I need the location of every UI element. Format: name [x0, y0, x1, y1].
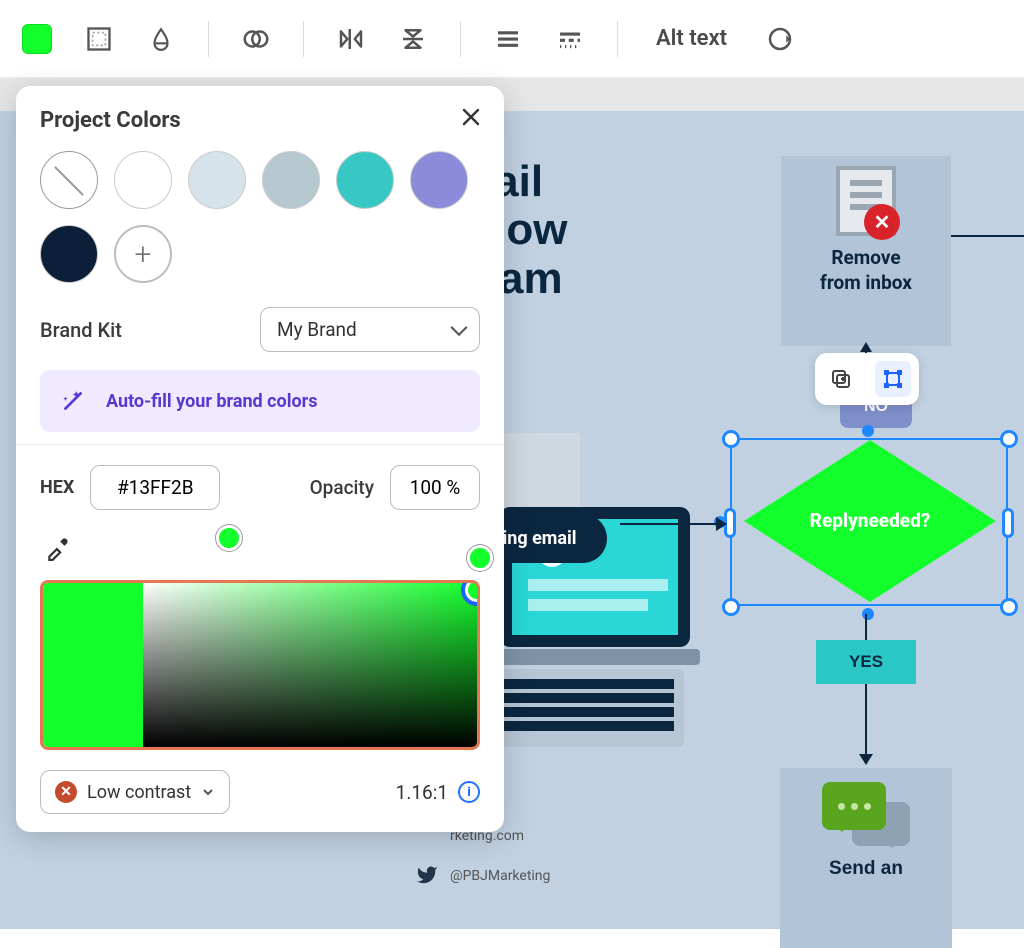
fill-swatch	[22, 24, 52, 54]
selection-handle[interactable]	[722, 430, 740, 448]
close-button[interactable]	[458, 104, 484, 130]
transform-icon	[881, 367, 905, 391]
magic-wand-icon	[58, 386, 88, 416]
flip-horizontal-button[interactable]	[332, 20, 370, 58]
twitter-icon	[414, 864, 440, 886]
selection-handle[interactable]	[1000, 430, 1018, 448]
hex-input[interactable]: #13FF2B	[90, 465, 220, 510]
selection-box	[730, 438, 1008, 606]
opacity-label: Opacity	[310, 476, 374, 499]
brand-kit-label: Brand Kit	[40, 318, 122, 342]
flip-h-icon	[336, 24, 366, 54]
document-icon: ✕	[836, 166, 896, 236]
rotate-button[interactable]	[761, 20, 799, 58]
hex-label: HEX	[40, 477, 74, 498]
connector-dot[interactable]	[862, 608, 874, 620]
border-icon	[85, 25, 113, 53]
selection-side-handle[interactable]	[1002, 508, 1014, 538]
swatch-add[interactable]: +	[114, 225, 172, 283]
swatch-5[interactable]	[410, 151, 468, 209]
color-panel: Project Colors + Brand Kit My Brand Auto…	[16, 86, 504, 832]
opacity-button[interactable]	[142, 20, 180, 58]
eyedropper-button[interactable]	[40, 530, 76, 566]
eyedropper-icon	[45, 535, 71, 561]
error-badge-icon: ✕	[55, 781, 77, 803]
panel-title: Project Colors	[40, 108, 480, 133]
edge-label-yes[interactable]: YES	[816, 640, 916, 684]
saturation-value-picker[interactable]	[40, 580, 480, 750]
arrow-head-icon	[859, 754, 873, 765]
opacity-input[interactable]: 100 %	[390, 465, 480, 510]
contrast-ratio: 1.16:1	[396, 781, 448, 804]
node-label: Removefrom inbox	[820, 246, 912, 296]
divider	[16, 444, 504, 445]
connector	[865, 684, 867, 758]
flip-v-icon	[398, 24, 428, 54]
autofill-brand-colors-button[interactable]: Auto-fill your brand colors	[40, 370, 480, 432]
node-remove-from-inbox[interactable]: ✕ Removefrom inbox	[781, 156, 951, 346]
border-style-button[interactable]	[80, 20, 118, 58]
selection-mini-toolbar	[815, 353, 919, 405]
rotate-icon	[765, 24, 795, 54]
line-solid-button[interactable]	[489, 20, 527, 58]
node-label: Send an	[829, 858, 903, 880]
x-badge-icon: ✕	[864, 204, 900, 240]
fill-color-button[interactable]	[18, 20, 56, 58]
combine-icon	[241, 24, 271, 54]
connector-dot[interactable]	[862, 425, 874, 437]
connector	[620, 523, 720, 525]
chevron-down-icon	[201, 785, 215, 799]
swatch-2[interactable]	[188, 151, 246, 209]
close-icon	[462, 108, 480, 126]
sv-cursor[interactable]	[461, 580, 480, 606]
chat-icon	[822, 782, 910, 846]
info-icon[interactable]: i	[458, 781, 480, 803]
duplicate-icon	[829, 367, 853, 391]
project-swatches: +	[40, 151, 480, 283]
swatch-3[interactable]	[262, 151, 320, 209]
lines-solid-icon	[493, 24, 523, 54]
alpha-thumb[interactable]	[467, 545, 493, 571]
handle-text: @PBJMarketing	[450, 868, 550, 884]
top-toolbar: Alt text	[0, 0, 1024, 78]
transform-button[interactable]	[875, 361, 911, 397]
line-dashed-button[interactable]	[551, 20, 589, 58]
connector	[865, 614, 867, 640]
contrast-dropdown[interactable]: ✕ Low contrast	[40, 770, 230, 814]
arrow-head-icon	[860, 342, 872, 352]
swatch-none[interactable]	[40, 151, 98, 209]
lines-dashed-icon	[555, 24, 585, 54]
alt-text-button[interactable]: Alt text	[646, 26, 737, 51]
arrow-head-icon	[716, 517, 727, 531]
flip-vertical-button[interactable]	[394, 20, 432, 58]
node-send-an[interactable]: Send an	[780, 768, 952, 948]
autofill-label: Auto-fill your brand colors	[106, 391, 317, 412]
swatch-4[interactable]	[336, 151, 394, 209]
selection-handle[interactable]	[722, 598, 740, 616]
contrast-label: Low contrast	[87, 782, 191, 803]
swatch-6[interactable]	[40, 225, 98, 283]
brand-kit-select[interactable]: My Brand	[260, 307, 480, 352]
duplicate-button[interactable]	[823, 361, 859, 397]
selection-handle[interactable]	[1000, 598, 1018, 616]
hue-thumb[interactable]	[216, 525, 242, 551]
droplet-icon	[148, 26, 174, 52]
swatch-1[interactable]	[114, 151, 172, 209]
connector	[951, 235, 1024, 237]
combine-shapes-button[interactable]	[237, 20, 275, 58]
